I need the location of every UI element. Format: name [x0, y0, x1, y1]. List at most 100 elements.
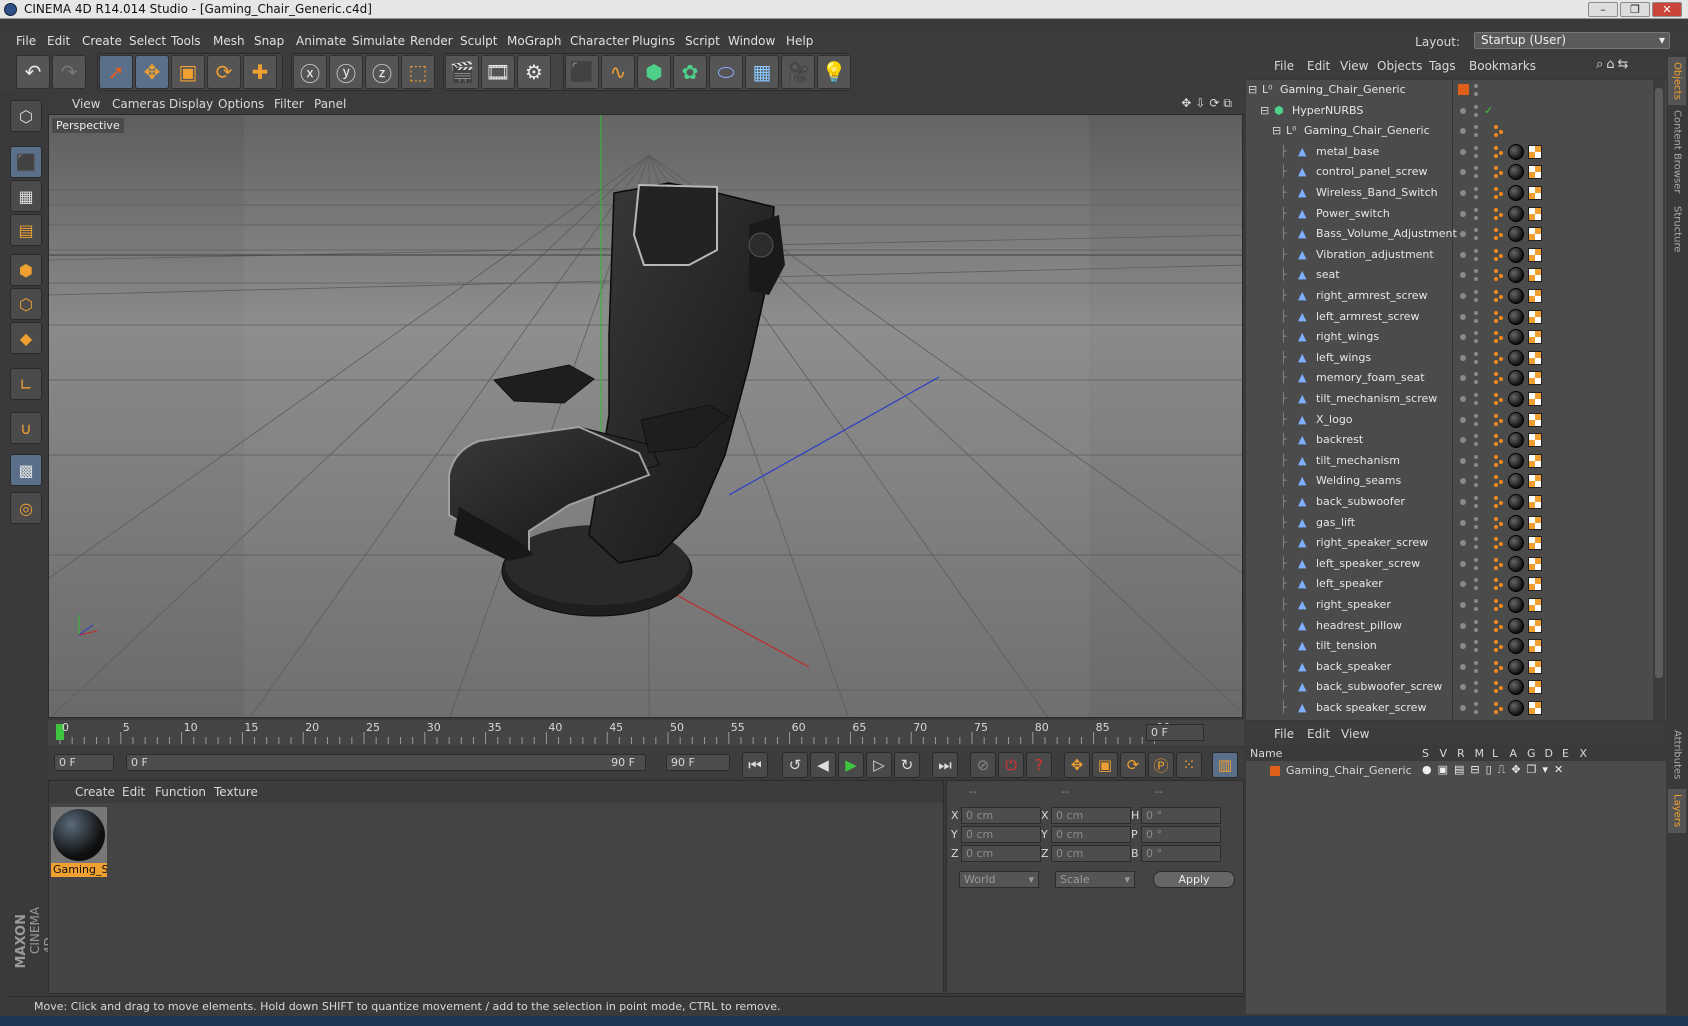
- texture-tag-icon[interactable]: [1528, 227, 1542, 242]
- points-mode-icon[interactable]: ⬢: [10, 254, 42, 286]
- object-name[interactable]: memory_foam_seat: [1316, 368, 1425, 388]
- layers-menu-edit[interactable]: Edit: [1307, 727, 1330, 741]
- viewport-menu-panel[interactable]: Panel: [314, 97, 346, 111]
- workplane-mode-icon[interactable]: ▤: [10, 214, 42, 246]
- make-editable-icon[interactable]: ⬡: [10, 100, 42, 132]
- render-visibility-dot[interactable]: [1474, 310, 1478, 315]
- x-axis-lock-icon[interactable]: ⓧ: [293, 55, 327, 89]
- render-visibility-dot[interactable]: [1474, 586, 1478, 591]
- object-name[interactable]: left_wings: [1316, 348, 1371, 368]
- max-time-field[interactable]: 90 F: [666, 754, 730, 771]
- z-axis-lock-icon[interactable]: ⓩ: [365, 55, 399, 89]
- key-parameter-icon[interactable]: Ⓟ: [1148, 752, 1174, 778]
- object-row[interactable]: ├ ▲ back_subwoofer: [1246, 492, 1666, 512]
- menu-simulate[interactable]: Simulate: [352, 34, 405, 48]
- phong-tag-icon[interactable]: [1494, 681, 1504, 694]
- apply-button[interactable]: Apply: [1153, 871, 1235, 888]
- render-visibility-dot[interactable]: [1474, 256, 1478, 261]
- phong-tag-icon[interactable]: [1494, 372, 1504, 385]
- render-visibility-dot[interactable]: [1474, 504, 1478, 508]
- editor-visibility-dot[interactable]: [1460, 313, 1466, 320]
- object-row[interactable]: ├ ▲ left_armrest_screw: [1246, 306, 1666, 327]
- object-name[interactable]: tilt_tension: [1316, 636, 1377, 656]
- texture-tag-icon[interactable]: [1528, 680, 1542, 695]
- phong-tag-icon[interactable]: [1494, 393, 1504, 405]
- phong-tag-icon[interactable]: [1494, 578, 1504, 591]
- expand-toggle-icon[interactable]: ⊟: [1272, 121, 1281, 141]
- coord-pos-field[interactable]: 0 cm: [961, 826, 1041, 843]
- render-visibility-dot[interactable]: [1474, 565, 1478, 570]
- texture-tag-icon[interactable]: [1528, 350, 1542, 365]
- phong-tag-icon[interactable]: [1494, 496, 1504, 508]
- phong-tag-icon[interactable]: [1494, 516, 1504, 529]
- phong-tag-icon[interactable]: [1494, 248, 1504, 261]
- editor-visibility-dot[interactable]: [1460, 293, 1466, 299]
- material-tag-icon[interactable]: [1508, 246, 1524, 263]
- render-visibility-dot[interactable]: [1474, 290, 1478, 294]
- coord-rot-field[interactable]: 0 °: [1141, 807, 1221, 824]
- texture-tag-icon[interactable]: [1528, 206, 1542, 221]
- om-menu-tags[interactable]: Tags: [1429, 59, 1456, 73]
- phong-tag-icon[interactable]: [1494, 207, 1504, 220]
- render-visibility-dot[interactable]: [1474, 133, 1478, 138]
- texture-tag-icon[interactable]: [1528, 412, 1542, 427]
- light-icon[interactable]: 💡: [817, 55, 851, 89]
- texture-tag-icon[interactable]: [1528, 144, 1542, 159]
- om-menu-bookmarks[interactable]: Bookmarks: [1469, 59, 1536, 73]
- render-visibility-dot[interactable]: [1474, 112, 1478, 117]
- material-tag-icon[interactable]: [1508, 329, 1524, 346]
- material-tag-icon[interactable]: [1508, 473, 1524, 490]
- menu-sculpt[interactable]: Sculpt: [460, 34, 497, 48]
- render-visibility-dot[interactable]: [1474, 640, 1478, 645]
- layers-menu-view[interactable]: View: [1341, 727, 1369, 741]
- texture-tag-icon[interactable]: [1528, 186, 1542, 200]
- layer-color-swatch[interactable]: [1270, 766, 1280, 776]
- material-tag-icon[interactable]: [1508, 411, 1524, 428]
- coord-pos-field[interactable]: 0 cm: [961, 807, 1041, 824]
- object-row[interactable]: ├ ▲ tilt_tension: [1246, 636, 1666, 657]
- object-name[interactable]: headrest_pillow: [1316, 616, 1402, 636]
- model-mode-icon[interactable]: ⬛: [10, 146, 42, 178]
- render-visibility-dot[interactable]: [1474, 434, 1478, 439]
- render-visibility-dot[interactable]: [1474, 516, 1478, 521]
- goto-start-icon[interactable]: ⏮: [742, 752, 768, 778]
- object-row[interactable]: ├ ▲ back_speaker: [1246, 656, 1666, 677]
- render-visibility-dot[interactable]: [1474, 442, 1478, 447]
- object-row[interactable]: ├ ▲ left_speaker_screw: [1246, 553, 1666, 574]
- object-name[interactable]: left_speaker_screw: [1316, 554, 1420, 574]
- menu-render[interactable]: Render: [410, 34, 453, 48]
- menu-tools[interactable]: Tools: [171, 34, 201, 48]
- editor-visibility-dot[interactable]: [1460, 602, 1466, 608]
- render-visibility-dot[interactable]: [1474, 380, 1478, 385]
- material-tag-icon[interactable]: [1508, 143, 1524, 160]
- texture-tag-icon[interactable]: [1528, 474, 1542, 489]
- object-row[interactable]: ├ ▲ seat: [1246, 265, 1666, 286]
- menu-animate[interactable]: Animate: [296, 34, 346, 48]
- material-tag-icon[interactable]: [1508, 226, 1524, 243]
- material-tag-icon[interactable]: [1508, 514, 1524, 531]
- om-scrollbar-thumb[interactable]: [1655, 88, 1663, 678]
- material-tag-icon[interactable]: [1508, 638, 1524, 655]
- render-visibility-dot[interactable]: [1474, 607, 1478, 611]
- timeline-window-icon[interactable]: ▥: [1212, 752, 1238, 778]
- render-visibility-dot[interactable]: [1474, 166, 1478, 171]
- snapping-magnet-icon[interactable]: ∪: [10, 412, 42, 444]
- object-row[interactable]: ├ ▲ control_panel_screw: [1246, 162, 1666, 183]
- object-name[interactable]: right_armrest_screw: [1316, 286, 1428, 306]
- time-range-slider[interactable]: 0 F 90 F: [126, 754, 646, 771]
- material-swatch[interactable]: Gaming_Se: [51, 807, 107, 879]
- object-name[interactable]: X_logo: [1316, 410, 1353, 430]
- layer-row[interactable]: Gaming_Chair_Generic ●▣▤⊟▯⎍✥❒▾✕: [1246, 762, 1666, 780]
- render-visibility-dot[interactable]: [1474, 84, 1478, 88]
- render-visibility-dot[interactable]: [1474, 125, 1478, 130]
- material-tag-icon[interactable]: [1508, 679, 1524, 696]
- menu-create[interactable]: Create: [82, 34, 122, 48]
- texture-tag-icon[interactable]: [1528, 598, 1542, 612]
- om-menu-view[interactable]: View: [1340, 59, 1368, 73]
- editor-visibility-dot[interactable]: [1460, 169, 1466, 176]
- render-visibility-dot[interactable]: [1474, 496, 1478, 500]
- material-menu-function[interactable]: Function: [155, 785, 206, 799]
- texture-tag-icon[interactable]: [1528, 309, 1542, 324]
- viewport-menu-filter[interactable]: Filter: [274, 97, 304, 111]
- phong-tag-icon[interactable]: [1494, 434, 1504, 447]
